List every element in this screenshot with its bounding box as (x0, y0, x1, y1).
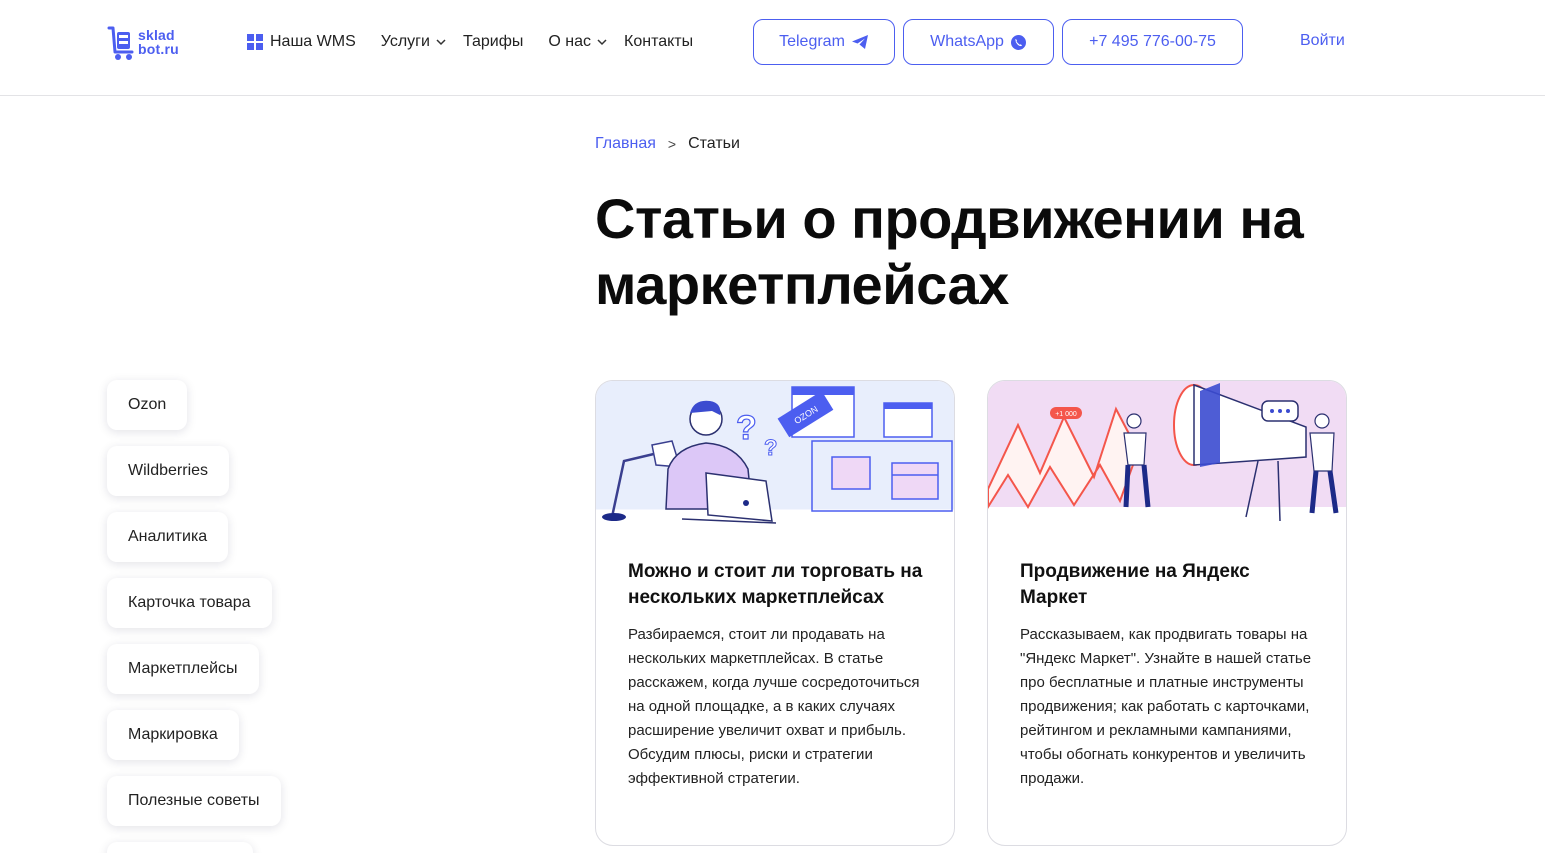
article-title[interactable]: Можно и стоит ли торговать на нескольких… (628, 559, 928, 611)
article-excerpt: Рассказываем, как продвигать товары на "… (1020, 626, 1312, 787)
telegram-button[interactable]: Telegram (753, 19, 895, 65)
tag-ozon[interactable]: Ozon (107, 380, 188, 430)
logo-cart-icon (106, 24, 134, 60)
chevron-down-icon (436, 39, 446, 46)
telegram-label: Telegram (779, 33, 845, 50)
tag-analytics[interactable]: Аналитика (107, 512, 229, 562)
nav-item-label: Тарифы (462, 33, 524, 50)
nav-item-label: Наша WMS (270, 33, 356, 50)
nav-item-label: Контакты (624, 33, 694, 50)
login-link[interactable]: Войти (1300, 32, 1345, 50)
phone-label: +7 495 776-00-75 (1089, 33, 1216, 50)
phone-button[interactable]: +7 495 776-00-75 (1062, 19, 1243, 65)
tag-product-card[interactable]: Карточка товара (107, 578, 272, 628)
nav-item-pricing[interactable]: Тарифы (463, 33, 523, 51)
chevron-down-icon (597, 39, 607, 46)
nav-item-label: Услуги (380, 33, 430, 50)
wms-grid-icon (247, 34, 263, 50)
breadcrumb-home[interactable]: Главная (595, 135, 656, 153)
breadcrumb-current: Статьи (688, 135, 740, 152)
nav-item-label: О нас (548, 33, 592, 50)
logo-line2: bot.ru (138, 41, 179, 57)
page-title: Статьи о продвижении на маркетплейсах (595, 187, 1304, 316)
logo-line1: sklad (138, 27, 175, 43)
logo-text: sklad bot.ru (138, 28, 179, 56)
badge-label: +1 000 (1055, 411, 1077, 418)
tag-useful-tips[interactable]: Полезные советы (107, 776, 281, 826)
site-header: sklad bot.ru Наша WMS Услуги Тарифы О на… (0, 0, 1545, 96)
article-title[interactable]: Продвижение на Яндекс Маркет (1020, 559, 1320, 611)
tag-wildberries[interactable]: Wildberries (107, 446, 230, 496)
whatsapp-button[interactable]: WhatsApp (903, 19, 1054, 65)
whatsapp-icon (1010, 34, 1026, 50)
tag-partial[interactable] (107, 842, 253, 853)
whatsapp-label: WhatsApp (930, 33, 1004, 50)
breadcrumb-separator: > (667, 136, 677, 152)
nav-item-wms[interactable]: Наша WMS (247, 33, 356, 51)
main-nav: Наша WMS Услуги Тарифы О нас Контакты (247, 30, 693, 54)
tag-marketplaces[interactable]: Маркетплейсы (107, 644, 259, 694)
svg-text:?: ? (736, 409, 757, 447)
telegram-icon (851, 35, 868, 49)
article-illustration-person-laptop: OZON ? ? (596, 381, 954, 524)
article-excerpt: Разбираемся, стоит ли продавать на неско… (628, 626, 920, 787)
article-card-multi-marketplace[interactable]: OZON ? ? Можно и стоит ли торговать на н… (595, 380, 955, 846)
nav-item-about[interactable]: О нас (548, 33, 608, 51)
svg-text:?: ? (764, 435, 777, 460)
nav-item-services[interactable]: Услуги (381, 33, 447, 51)
article-card-yandex-market[interactable]: +1 000 Продвижение на Яндекс Маркет Расс… (987, 380, 1347, 846)
tag-labeling[interactable]: Маркировка (107, 710, 239, 760)
nav-item-contacts[interactable]: Контакты (624, 33, 693, 51)
breadcrumb: Главная > Статьи (595, 135, 740, 153)
logo[interactable]: sklad bot.ru (106, 22, 196, 62)
article-illustration-megaphone: +1 000 (988, 381, 1346, 522)
